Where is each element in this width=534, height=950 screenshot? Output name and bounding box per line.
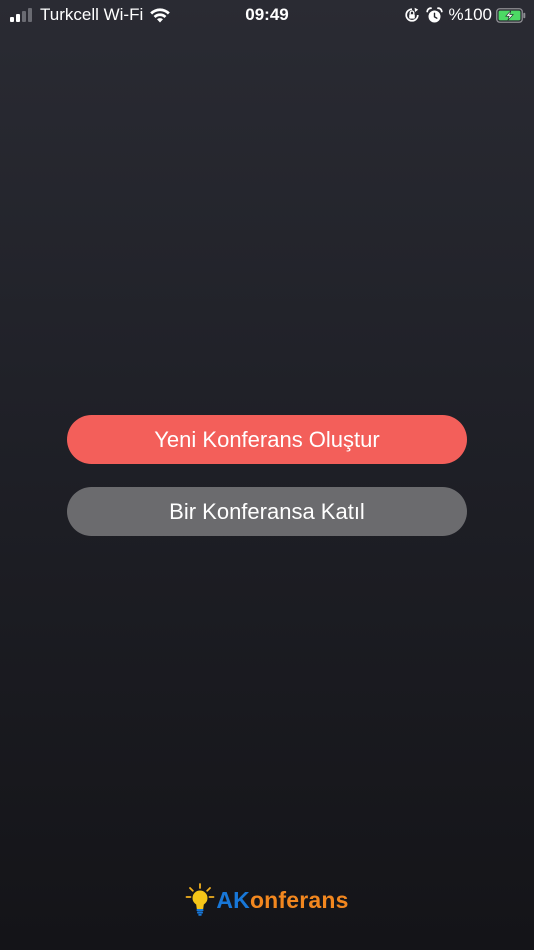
alarm-icon [425, 6, 443, 22]
logo-text: AK onferans [216, 887, 348, 914]
join-conference-wrap: Bir Konferansa Katıl [67, 487, 467, 536]
orientation-lock-icon [404, 7, 419, 22]
battery-percent: %100 [448, 5, 492, 24]
logo-text-onferans: onferans [249, 886, 349, 913]
status-right: %100 [404, 4, 526, 26]
battery-charging-icon [496, 7, 526, 23]
join-conference-button[interactable]: Bir Konferansa Katıl [67, 487, 467, 536]
create-conference-button[interactable]: Yeni Konferans Oluştur [67, 415, 467, 464]
app-logo: AK onferans [0, 880, 534, 920]
create-conference-wrap: Yeni Konferans Oluştur [67, 415, 467, 464]
status-bar: Turkcell Wi-Fi 09:49 %100 [0, 0, 534, 30]
lightbulb-icon [185, 883, 215, 916]
logo-text-ak: AK [216, 886, 250, 913]
